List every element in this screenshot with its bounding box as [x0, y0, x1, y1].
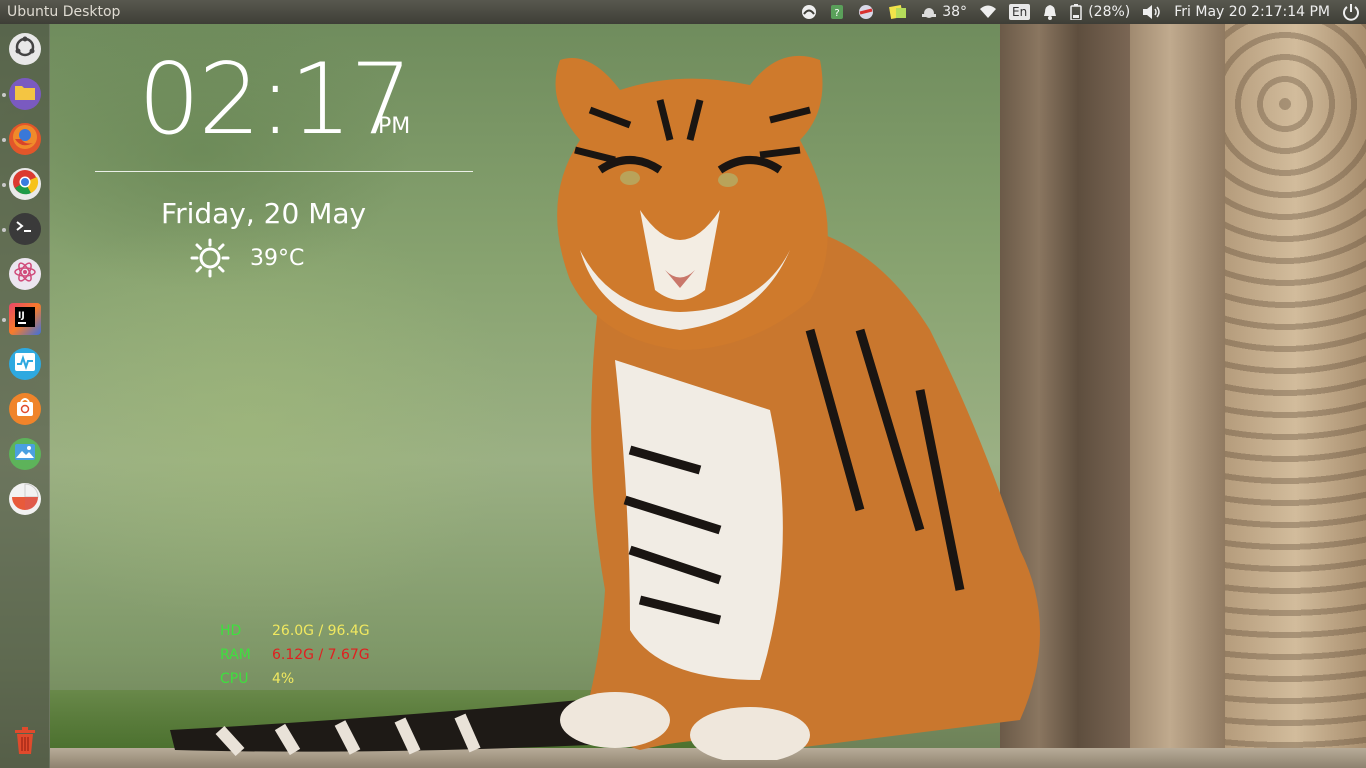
launcher-intellij[interactable]: IJ — [9, 303, 41, 335]
indicator-notes[interactable] — [882, 0, 914, 24]
indicator-cloud-sync[interactable] — [794, 0, 824, 24]
indicator-keyboard[interactable]: En — [1003, 0, 1036, 24]
window-title: Ubuntu Desktop — [7, 4, 121, 20]
clock-date: Friday, 20 May — [161, 197, 367, 230]
shopping-bag-icon — [14, 396, 36, 422]
power-icon — [1342, 3, 1360, 21]
launcher-firefox[interactable] — [9, 123, 41, 155]
launcher-trash[interactable] — [9, 726, 41, 758]
pie-chart-icon — [11, 483, 39, 515]
launcher-ubuntu-software[interactable] — [9, 393, 41, 425]
sync-icon — [800, 4, 818, 20]
indicator-datetime[interactable]: Fri May 20 2:17:14 PM — [1168, 0, 1336, 24]
hd-row: HD 26.0G / 96.4G — [220, 619, 370, 643]
running-indicator — [2, 318, 6, 322]
trash-icon — [12, 725, 38, 759]
ram-value: 6.12G / 7.67G — [272, 647, 370, 663]
svg-text:IJ: IJ — [18, 311, 25, 321]
system-monitor-widget: HD 26.0G / 96.4G RAM 6.12G / 7.67G CPU 4… — [220, 619, 370, 691]
battery-icon — [1070, 4, 1082, 20]
ram-label: RAM — [220, 647, 251, 663]
cpu-row: CPU 4% — [220, 667, 370, 691]
top-panel: Ubuntu Desktop ? 38° En (28%) Fri May 20… — [0, 0, 1366, 24]
indicator-wifi[interactable] — [973, 0, 1003, 24]
cpu-label: CPU — [220, 671, 249, 687]
indicator-network-monitor[interactable] — [850, 0, 882, 24]
launcher-ubuntu-dash[interactable] — [9, 33, 41, 65]
launcher-chrome[interactable] — [9, 168, 41, 200]
bell-icon — [1042, 4, 1058, 20]
speaker-icon — [1142, 4, 1162, 20]
indicator-session[interactable] — [1336, 0, 1366, 24]
launcher-terminal[interactable] — [9, 213, 41, 245]
sun-icon — [190, 238, 230, 282]
firefox-icon — [11, 123, 39, 155]
cloud-sun-icon — [920, 4, 938, 20]
terminal-icon — [15, 219, 35, 239]
running-indicator — [2, 138, 6, 142]
cpu-value: 4% — [272, 671, 295, 687]
indicator-battery[interactable]: (28%) — [1064, 0, 1136, 24]
clock-divider — [95, 171, 473, 172]
atom-icon — [13, 260, 37, 288]
network-monitor-icon — [856, 4, 876, 20]
svg-text:?: ? — [835, 8, 840, 19]
panel-datetime: Fri May 20 2:17:14 PM — [1174, 4, 1330, 20]
clock-ampm: PM — [378, 114, 411, 139]
sticky-note-icon — [888, 4, 908, 20]
launcher-files[interactable] — [9, 78, 41, 110]
ram-row: RAM 6.12G / 7.67G — [220, 643, 370, 667]
launcher-system-monitor[interactable] — [9, 348, 41, 380]
panel-weather-temp: 38° — [942, 4, 968, 20]
launcher-shotwell[interactable] — [9, 438, 41, 470]
weather-temperature: 39°C — [250, 246, 305, 271]
running-indicator — [2, 183, 6, 187]
launcher-atom[interactable] — [9, 258, 41, 290]
launcher-disk-usage[interactable] — [9, 483, 41, 515]
hd-label: HD — [220, 623, 242, 639]
ubuntu-logo-icon — [13, 35, 37, 63]
system-monitor-icon — [14, 352, 36, 376]
battery-percentage: (28%) — [1088, 4, 1131, 20]
indicator-sound[interactable] — [1136, 0, 1168, 24]
wallpaper-pillar — [1130, 24, 1230, 754]
photo-icon — [14, 443, 36, 465]
intellij-icon: IJ — [14, 306, 36, 332]
launcher: IJ — [0, 24, 50, 768]
clock-time: 02:17 — [138, 43, 412, 157]
help-icon: ? — [830, 4, 844, 20]
wallpaper-carved-pillar — [1225, 24, 1366, 754]
indicator-help[interactable]: ? — [824, 0, 850, 24]
running-indicator — [2, 228, 6, 232]
running-indicator — [2, 93, 6, 97]
chrome-icon — [11, 168, 39, 200]
indicator-area: ? 38° En (28%) Fri May 20 2:17:14 PM — [794, 0, 1366, 24]
folder-icon — [14, 83, 36, 105]
indicator-notifications[interactable] — [1036, 0, 1064, 24]
keyboard-language: En — [1009, 4, 1031, 20]
indicator-weather[interactable]: 38° — [914, 0, 973, 24]
wifi-icon — [979, 5, 997, 19]
hd-value: 26.0G / 96.4G — [272, 623, 370, 639]
